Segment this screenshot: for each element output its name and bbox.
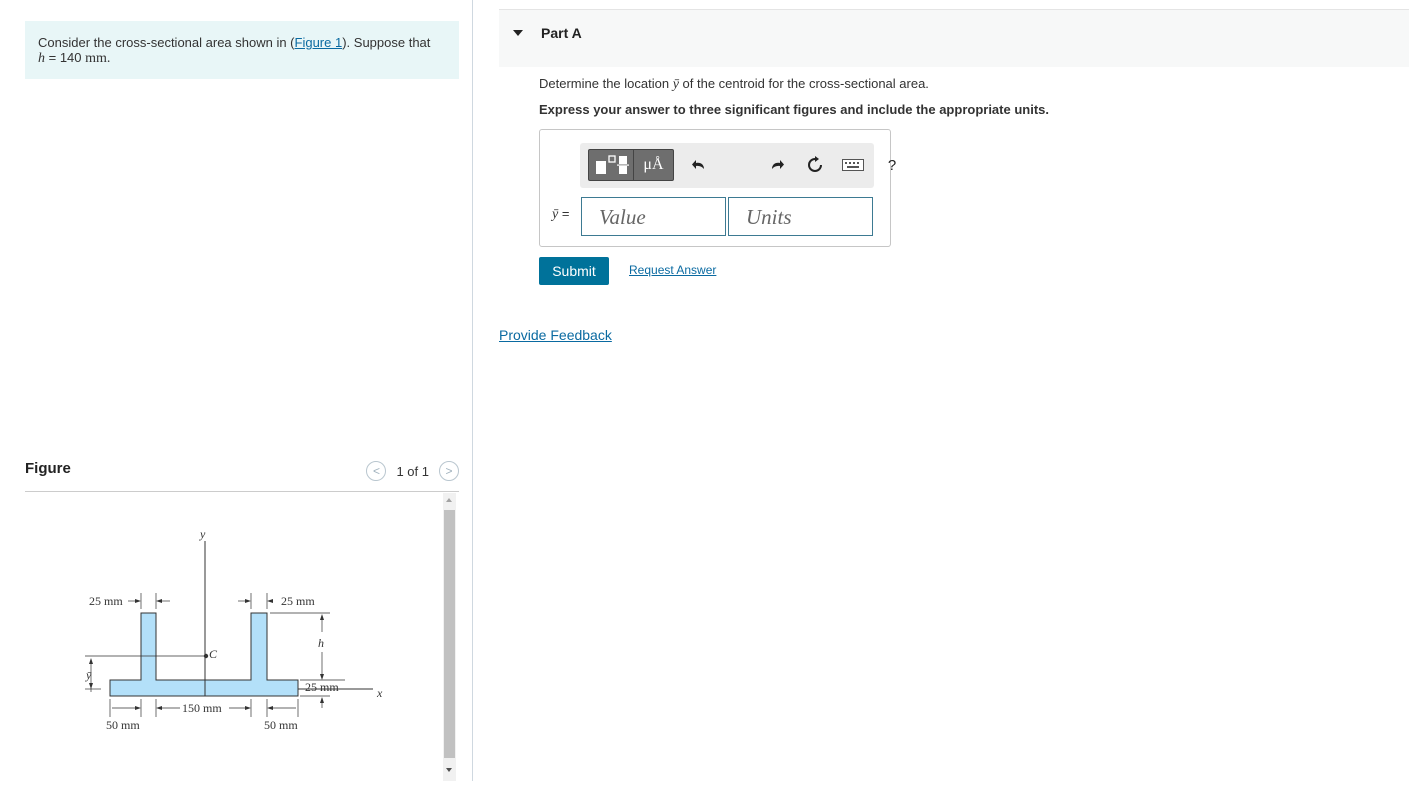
cross-section-diagram: y x C ȳ 25 mm 25 mm h 25 mm 50 mm 150 mm… [85,527,383,732]
reset-icon [808,156,822,172]
next-figure-button[interactable]: > [439,461,459,481]
reset-button[interactable] [802,148,828,182]
ybar-arrow-up [89,658,93,664]
h-variable: h [38,51,45,66]
redo-button[interactable] [764,148,790,182]
answer-variable-label: ȳ = [552,206,569,223]
part-a-header[interactable]: Part A [499,9,1409,67]
answer-eq: = [558,206,570,221]
units-button[interactable]: μÅ [634,149,674,181]
submit-button[interactable]: Submit [539,257,609,285]
instruction-text: Express your answer to three significant… [539,102,1049,117]
template-button-group: μÅ [587,148,675,182]
h-unit: mm. [85,51,111,66]
bottom-150-label: 150 mm [182,701,222,715]
problem-statement: Consider the cross-sectional area shown … [25,21,459,79]
bottom-right-50-label: 50 mm [264,718,298,732]
templates-icon [596,155,629,174]
part-label: Part A [541,25,582,41]
top-left-arrow-a [135,599,141,603]
mu-a-label: μÅ [643,156,664,173]
scroll-down-arrow-icon[interactable] [446,768,452,772]
value-input[interactable]: Value [581,197,726,236]
right-25-arrow [320,697,324,703]
math-toolbar: μÅ ? [580,143,896,188]
top-right-arrow-a [245,599,251,603]
figure-1-link[interactable]: Figure 1 [295,35,343,50]
prev-figure-button[interactable]: < [366,461,387,481]
undo-button[interactable] [686,148,712,182]
ybar-label: ȳ [85,668,92,682]
x-axis-label: x [376,686,383,700]
figure-pager: < 1 of 1 > [366,460,459,482]
column-divider [472,0,473,781]
top-right-arrow-b [267,599,273,603]
question-text: Determine the location ȳ of the centroid… [539,76,929,93]
undo-icon [692,160,704,169]
caret-down-icon [513,30,523,36]
question-before: Determine the location [539,76,673,91]
problem-text-before: Consider the cross-sectional area shown … [38,35,295,50]
figure-scrollbar[interactable] [443,493,456,781]
centroid-label: C [209,647,218,661]
ybar-arrow-down [89,683,93,689]
figure-header: Figure < 1 of 1 > [25,455,459,492]
templates-button[interactable] [588,149,634,181]
chevron-right-icon: > [445,464,453,478]
problem-text-after: ). Suppose that [342,35,431,50]
pager-text: 1 of 1 [396,463,429,479]
keyboard-button[interactable] [838,148,868,182]
h-label: h [318,636,324,650]
request-answer-link[interactable]: Request Answer [629,263,716,277]
units-input[interactable]: Units [728,197,873,236]
centroid-point [203,653,209,659]
help-button[interactable]: ? [880,148,904,182]
figure-title: Figure [25,460,71,477]
keyboard-icon [842,159,864,171]
right-25-label: 25 mm [305,680,339,694]
h-equals: = 140 [45,50,86,65]
help-icon: ? [887,156,897,174]
top-right-25-label: 25 mm [281,594,315,608]
question-after: of the centroid for the cross-sectional … [678,76,929,91]
top-left-25-label: 25 mm [89,594,123,608]
h-arrow-up [320,614,324,620]
redo-icon [772,160,784,169]
y-axis-label: y [199,527,206,541]
mid-150-arrow-r [245,706,251,710]
left-50-arrow-r [135,706,141,710]
scroll-thumb[interactable] [444,510,455,758]
provide-feedback-link[interactable]: Provide Feedback [499,327,612,343]
scroll-up-arrow-icon[interactable] [446,498,452,502]
answer-box: μÅ ? ȳ = Value Units [539,129,896,247]
cross-section-shape [109,612,299,697]
figure-area: y x C ȳ 25 mm 25 mm h 25 mm 50 mm 150 mm… [25,492,459,781]
chevron-left-icon: < [372,464,380,478]
bottom-left-50-label: 50 mm [106,718,140,732]
